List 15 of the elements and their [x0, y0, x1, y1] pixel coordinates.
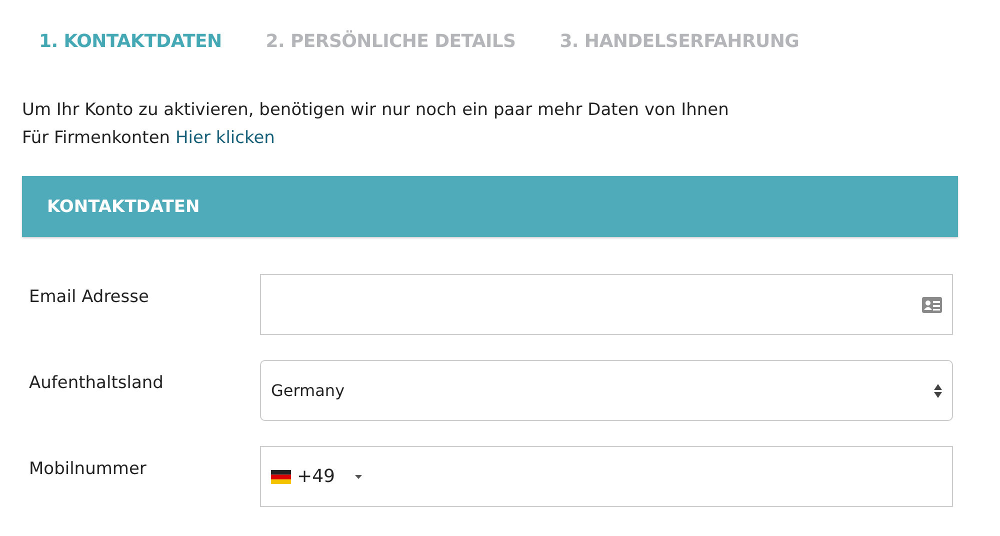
- field-label: Mobilnummer: [29, 459, 146, 479]
- contact-card-icon: [922, 296, 942, 312]
- dial-code: +49: [297, 466, 335, 487]
- intro-text: Um Ihr Konto zu aktivieren, benötigen wir nur noch ein paar mehr Daten von Ihnen: [22, 99, 730, 122]
- section-title: KONTAKTDATEN: [47, 196, 200, 216]
- sort-arrows-icon: [934, 384, 942, 398]
- country-select[interactable]: Germany: [260, 360, 953, 421]
- flag-icon[interactable]: [271, 470, 291, 484]
- field-label: Aufenthaltsland: [29, 373, 164, 393]
- phone-field[interactable]: +49: [260, 446, 953, 507]
- company-link[interactable]: Hier klicken: [175, 128, 275, 148]
- company-text: Für Firmenkonten: [22, 128, 170, 148]
- email-field[interactable]: [260, 274, 953, 335]
- caret-icon[interactable]: [355, 474, 362, 478]
- field-label: Email Adresse: [29, 287, 149, 307]
